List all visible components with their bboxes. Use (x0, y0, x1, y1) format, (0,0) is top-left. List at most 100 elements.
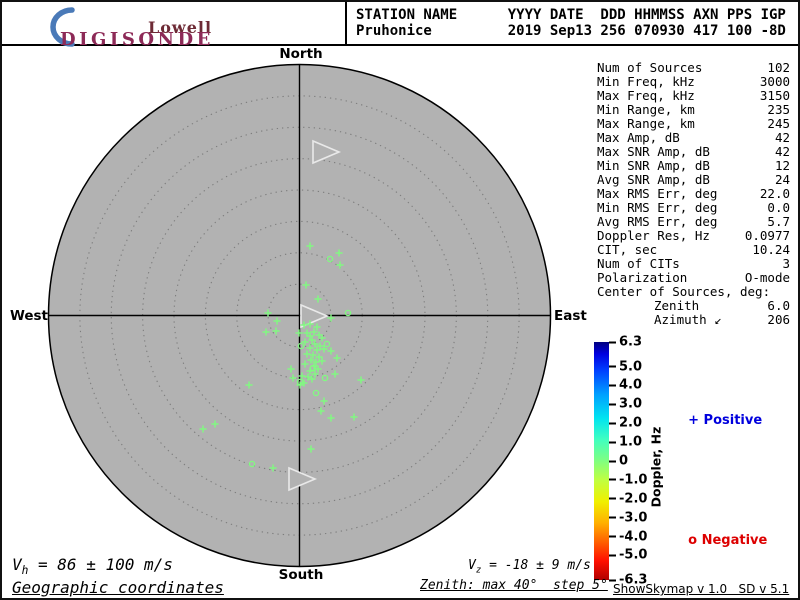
stat-value: 24 (774, 172, 790, 187)
stat-row: CIT, sec 10.24 (597, 243, 790, 257)
compass-label-east: East (554, 308, 587, 324)
negative-marker-icon: o (688, 533, 698, 548)
stat-label: Avg SNR Amp, dB (597, 172, 710, 187)
stat-row: Avg SNR Amp, dB 24 (597, 173, 790, 187)
compass-label-west: West (9, 308, 48, 324)
compass-label-south: South (278, 567, 324, 583)
stat-row: Num of Sources 102 (597, 61, 790, 75)
stat-row: Max Freq, kHz 3150 (597, 89, 790, 103)
stat-label: Doppler Res, Hz (597, 228, 710, 243)
legend-positive: + Positive (670, 398, 762, 443)
colorbar-tick-mark (609, 422, 616, 425)
stat-label: Max SNR Amp, dB (597, 144, 710, 159)
colorbar-tick-mark (609, 384, 616, 387)
colorbar-tick: -1.0 (609, 472, 647, 487)
statistics-panel: Num of Sources 102 Min Freq, kHz 3000 Max Fr… (597, 61, 790, 327)
stat-row: Max SNR Amp, dB 42 (597, 145, 790, 159)
stat-row: Min RMS Err, deg 0.0 (597, 201, 790, 215)
stat-value: 42 (774, 130, 790, 145)
stat-row: Min SNR Amp, dB 12 (597, 159, 790, 173)
colorbar-tick-label: -2.0 (619, 491, 648, 507)
doppler-colorbar (594, 342, 609, 580)
stat-label: Num of Sources (597, 60, 703, 75)
compass-label-north: North (279, 46, 323, 62)
colorbar-tick-label: 3.0 (619, 396, 643, 412)
colorbar-tick-mark (609, 403, 616, 406)
stat-value: 3000 (759, 74, 790, 89)
stat-value: 42 (774, 144, 790, 159)
stat-row: Max Amp, dB 42 (597, 131, 790, 145)
stat-row: Azimuth ↙ 206 (597, 313, 790, 327)
colorbar-tick-label: 0 (619, 453, 629, 469)
stat-value: 0.0 (767, 200, 790, 215)
colorbar-tick-mark (609, 516, 616, 519)
stat-label: Max Amp, dB (597, 130, 680, 145)
stat-label: Max Range, km (597, 116, 695, 131)
stat-value: 206 (767, 312, 790, 327)
colorbar-tick-mark (609, 579, 616, 581)
stat-label: Max RMS Err, deg (597, 186, 718, 201)
positive-marker-icon: + (688, 413, 700, 428)
stat-label: Num of CITs (597, 256, 680, 271)
colorbar-tick: 1.0 (609, 435, 642, 450)
stat-value: O-mode (744, 270, 790, 285)
colorbar-axis-label: Doppler, Hz (648, 426, 664, 508)
stat-label: Azimuth ↙ (654, 312, 722, 327)
colorbar-tick-label: -4.0 (619, 529, 648, 545)
colorbar-tick: 2.0 (609, 416, 642, 431)
stat-label: Avg RMS Err, deg (597, 214, 718, 229)
stat-label: Min Freq, kHz (597, 74, 695, 89)
station-table-header: STATION NAME YYYY DATE DDD HHMMSS AXN PP… (356, 7, 786, 23)
stat-label: Min SNR Amp, dB (597, 158, 710, 173)
colorbar-tick-label: -3.0 (619, 510, 648, 526)
stat-row: Center of Sources, deg: (597, 285, 790, 299)
colorbar-tick: 6.3 (609, 335, 642, 350)
colorbar-tick-label: 2.0 (619, 415, 643, 431)
stat-label: Zenith (654, 298, 700, 313)
colorbar-tick-mark (609, 441, 616, 444)
stat-value: 12 (774, 158, 790, 173)
stat-row: Max Range, km 245 (597, 117, 790, 131)
stat-value: 5.7 (767, 214, 790, 229)
stat-value: 3150 (759, 88, 790, 103)
colorbar-tick-mark (609, 341, 616, 343)
coordinate-system-label: Geographic coordinates (12, 578, 224, 597)
stat-value: 6.0 (767, 298, 790, 313)
stat-label: Min Range, km (597, 102, 695, 117)
zenith-scale-note: Zenith: max 40° step 5° (420, 578, 608, 593)
colorbar-tick-mark (609, 460, 616, 462)
stat-value: 245 (767, 116, 790, 131)
colorbar-tick-label: 5.0 (619, 359, 643, 375)
legend-negative-text: Negative (701, 533, 768, 548)
colorbar-tick-label: 6.3 (619, 334, 643, 350)
stat-value: 102 (767, 60, 790, 75)
colorbar-tick: -5.0 (609, 548, 647, 563)
colorbar-tick-label: 1.0 (619, 434, 643, 450)
stat-row: Min Range, km 235 (597, 103, 790, 117)
legend-positive-text: Positive (703, 413, 763, 428)
stat-value: 22.0 (759, 186, 790, 201)
colorbar-tick-mark (609, 478, 616, 481)
version-credit: ShowSkymap v 1.0 SD v 5.1 (613, 582, 790, 596)
colorbar-tick-mark (609, 554, 616, 557)
colorbar-tick-label: -1.0 (619, 472, 648, 488)
colorbar-tick: 5.0 (609, 359, 642, 374)
horizontal-velocity-readout: Vh = 86 ± 100 m/s (12, 555, 173, 578)
stat-value: 235 (767, 102, 790, 117)
stat-label: Polarization (597, 270, 688, 285)
stat-label: Max Freq, kHz (597, 88, 695, 103)
colorbar-tick: 0 (609, 454, 628, 469)
legend-negative: o Negative (670, 518, 767, 563)
colorbar-tick-label: -5.0 (619, 547, 648, 563)
stat-label: CIT, sec (597, 242, 658, 257)
showskymap-window: Lowell DIGISONDE STATION NAME YYYY DATE … (0, 0, 800, 600)
stat-value: 3 (782, 256, 790, 271)
header-divider (345, 2, 347, 44)
vertical-velocity-readout: Vz = -18 ± 9 m/s (468, 558, 591, 576)
stat-value: 10.24 (752, 242, 790, 257)
station-table-values: Pruhonice 2019 Sep13 256 070930 417 100 … (356, 23, 786, 39)
stat-row: Zenith 6.0 (597, 299, 790, 313)
colorbar-tick: 3.0 (609, 397, 642, 412)
stat-row: Min Freq, kHz 3000 (597, 75, 790, 89)
logo-digisonde-text: DIGISONDE (60, 29, 214, 50)
